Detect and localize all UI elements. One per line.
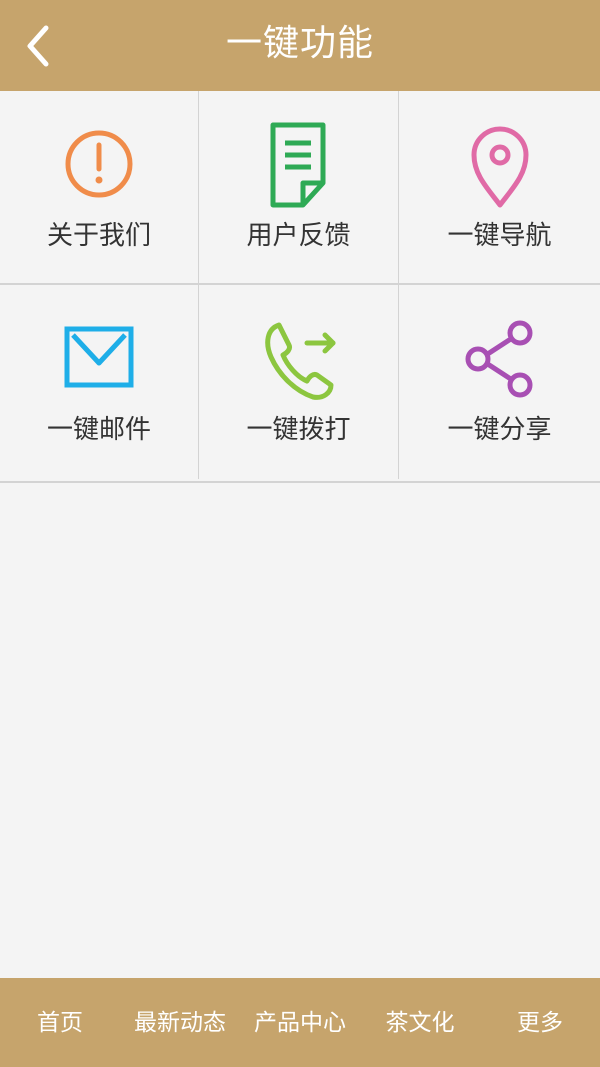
feature-label: 一键邮件: [46, 415, 151, 445]
tab-more[interactable]: 更多: [480, 983, 600, 1063]
feature-label: 用户反馈: [246, 221, 351, 251]
feature-user-feedback[interactable]: 用户反馈: [199, 91, 399, 285]
feature-share[interactable]: 一键分享: [399, 285, 600, 479]
tab-home[interactable]: 首页: [0, 983, 120, 1063]
page-title: 一键功能: [225, 23, 374, 64]
feature-about-us[interactable]: 关于我们: [0, 91, 199, 285]
tab-latest-news[interactable]: 最新动态: [120, 983, 240, 1063]
tab-products[interactable]: 产品中心: [240, 983, 360, 1063]
feature-grid: 关于我们 用户反馈 一键导航 一键邮件 一键拨打 一键分享: [0, 91, 600, 483]
info-exclamation-icon: [57, 119, 141, 209]
phone-call-icon: [257, 313, 341, 403]
tab-tea-culture[interactable]: 茶文化: [360, 983, 480, 1063]
feature-label: 一键导航: [447, 221, 552, 251]
document-icon: [257, 119, 341, 209]
top-bar: 一键功能: [0, 0, 600, 91]
location-pin-icon: [458, 119, 542, 209]
feature-navigation[interactable]: 一键导航: [399, 91, 600, 285]
feature-label: 一键分享: [447, 415, 552, 445]
share-icon: [458, 313, 542, 403]
feature-label: 关于我们: [46, 221, 151, 251]
feature-email[interactable]: 一键邮件: [0, 285, 199, 479]
bottom-tab-bar: 首页 最新动态 产品中心 茶文化 更多: [0, 978, 600, 1067]
feature-call[interactable]: 一键拨打: [199, 285, 399, 479]
feature-label: 一键拨打: [246, 415, 351, 445]
mail-icon: [57, 313, 141, 403]
